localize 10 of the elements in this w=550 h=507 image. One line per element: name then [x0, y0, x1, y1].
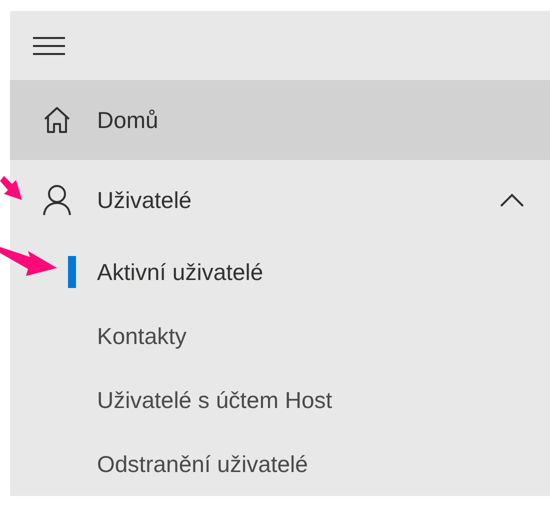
chevron-up-icon [500, 193, 524, 207]
person-icon [42, 184, 72, 216]
menu-icon [33, 36, 65, 54]
nav-subitem[interactable]: Kontakty [97, 318, 186, 354]
nav-subitem[interactable]: Uživatelé s účtem Host [97, 382, 332, 418]
nav-subitem[interactable]: Odstranění uživatelé [97, 446, 308, 482]
nav-group[interactable]: Uživatelé [10, 160, 550, 240]
nav-item[interactable]: Domů [10, 80, 550, 160]
home-icon [42, 105, 72, 135]
nav-subitem[interactable]: Aktivní uživatelé [97, 254, 264, 290]
